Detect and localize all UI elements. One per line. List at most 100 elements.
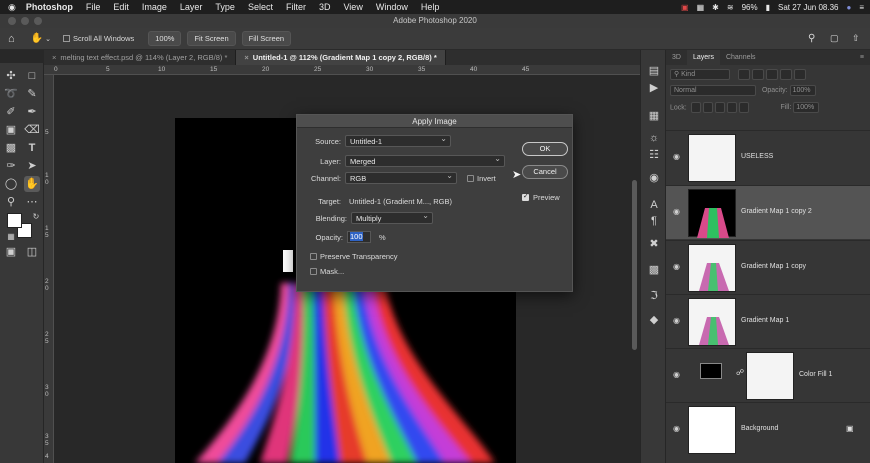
canvas-vertical-scrollbar[interactable] bbox=[632, 180, 637, 350]
menu-file[interactable]: File bbox=[86, 2, 101, 12]
ok-button[interactable]: OK bbox=[522, 142, 568, 156]
menu-type[interactable]: Type bbox=[215, 2, 235, 12]
marquee-tool-icon[interactable]: □ bbox=[24, 68, 40, 84]
source-select[interactable]: Untitled-1 bbox=[345, 133, 451, 147]
paths-icon[interactable]: ◆ bbox=[646, 312, 662, 328]
datetime[interactable]: Sat 27 Jun 08.36 bbox=[778, 3, 839, 12]
lock-position-icon[interactable] bbox=[714, 102, 725, 113]
channel-select[interactable]: RGB bbox=[345, 170, 457, 184]
visibility-eye-icon[interactable]: ◉ bbox=[673, 316, 680, 325]
menu-3d[interactable]: 3D bbox=[319, 2, 331, 12]
menu-filter[interactable]: Filter bbox=[286, 2, 306, 12]
libraries-icon[interactable]: ☷ bbox=[646, 147, 662, 163]
menu-select[interactable]: Select bbox=[248, 2, 273, 12]
cancel-button[interactable]: Cancel bbox=[522, 165, 568, 179]
layer-name[interactable]: USELESS bbox=[741, 153, 773, 160]
invert-checkbox[interactable] bbox=[467, 175, 474, 182]
control-center-icon[interactable]: ≡ bbox=[859, 3, 864, 12]
layer-name[interactable]: Gradient Map 1 bbox=[741, 317, 789, 324]
menu-layer[interactable]: Layer bbox=[180, 2, 203, 12]
hand-tool-icon[interactable]: ✋ bbox=[24, 176, 40, 192]
fit-screen-button[interactable]: Fit Screen bbox=[187, 31, 236, 46]
close-window-button[interactable] bbox=[8, 17, 16, 25]
tab-untitled-1[interactable]: × Untitled-1 @ 112% (Gradient Map 1 copy … bbox=[236, 50, 446, 65]
fill-input[interactable]: 100% bbox=[793, 102, 820, 113]
layer-row[interactable]: ◉ Gradient Map 1 copy bbox=[666, 240, 870, 294]
status-grid-icon[interactable]: ▦ bbox=[697, 3, 705, 12]
screen-mode-icon[interactable]: ◫ bbox=[24, 244, 40, 260]
quick-select-tool-icon[interactable]: ✎ bbox=[24, 86, 40, 102]
filter-pixel-icon[interactable] bbox=[737, 69, 750, 80]
blend-mode-select[interactable]: Normal bbox=[670, 85, 756, 96]
zoom-tool-icon[interactable]: ⚲ bbox=[3, 194, 19, 210]
tab-3d[interactable]: 3D bbox=[666, 54, 687, 61]
minimize-window-button[interactable] bbox=[21, 17, 29, 25]
menu-view[interactable]: View bbox=[343, 2, 362, 12]
channels-icon[interactable]: ▩ bbox=[646, 262, 662, 278]
kind-filter-select[interactable]: ⚲ Kind bbox=[670, 69, 730, 80]
scroll-all-windows-option[interactable]: Scroll All Windows bbox=[62, 34, 134, 43]
share-icon[interactable]: ⇧ bbox=[852, 33, 860, 44]
gradient-tool-icon[interactable]: ▩ bbox=[3, 140, 19, 156]
visibility-eye-icon[interactable]: ◉ bbox=[673, 262, 680, 271]
workspace-icon[interactable]: ▢ bbox=[830, 33, 839, 44]
tool-preset-chevron-icon[interactable]: ⌄ bbox=[45, 35, 51, 43]
eyedropper-tool-icon[interactable]: ✐ bbox=[3, 104, 19, 120]
layer-name[interactable]: Color Fill 1 bbox=[799, 371, 832, 378]
scroll-all-windows-checkbox[interactable] bbox=[62, 35, 70, 42]
menu-help[interactable]: Help bbox=[421, 2, 440, 12]
layer-name[interactable]: Gradient Map 1 copy bbox=[741, 263, 806, 270]
hand-tool-icon[interactable]: ✋ bbox=[31, 33, 43, 44]
search-icon[interactable]: ⚲ bbox=[808, 33, 815, 44]
preserve-transparency-checkbox[interactable] bbox=[310, 253, 317, 260]
visibility-eye-icon[interactable]: ◉ bbox=[673, 152, 680, 161]
move-tool-icon[interactable]: ✣ bbox=[3, 68, 19, 84]
preview-checkbox[interactable] bbox=[522, 192, 529, 201]
filter-type-icon[interactable] bbox=[765, 69, 778, 80]
tab-melting-text[interactable]: × melting text effect.psd @ 114% (Layer 2… bbox=[44, 50, 237, 65]
mask-checkbox[interactable] bbox=[310, 268, 317, 275]
status-red-icon[interactable]: ▣ bbox=[681, 3, 689, 12]
tool-presets-icon[interactable]: ✖ bbox=[646, 236, 662, 252]
default-colors-icon[interactable]: ▦ bbox=[3, 229, 19, 245]
layer-select[interactable]: Merged bbox=[345, 153, 505, 167]
siri-icon[interactable]: ● bbox=[846, 3, 851, 12]
close-tab-icon[interactable]: × bbox=[52, 53, 56, 62]
panel-menu-icon[interactable]: ≡ bbox=[854, 54, 870, 61]
history-icon[interactable]: ▤ bbox=[646, 63, 662, 79]
layer-name[interactable]: Gradient Map 1 copy 2 bbox=[741, 208, 812, 215]
path-select-tool-icon[interactable]: ➤ bbox=[24, 158, 40, 174]
lock-transparent-icon[interactable] bbox=[690, 102, 701, 113]
menu-app[interactable]: Photoshop bbox=[26, 2, 73, 12]
layer-name[interactable]: Background bbox=[741, 425, 778, 432]
filter-smart-icon[interactable] bbox=[793, 69, 806, 80]
menu-edit[interactable]: Edit bbox=[113, 2, 129, 12]
color-icon[interactable]: ◉ bbox=[646, 170, 662, 186]
opacity-input[interactable]: 100% bbox=[789, 85, 816, 96]
type-tool-icon[interactable]: T bbox=[24, 140, 40, 156]
layer-row-selected[interactable]: ◉ Gradient Map 1 copy 2 bbox=[666, 185, 870, 239]
lock-artboard-icon[interactable] bbox=[726, 102, 737, 113]
eraser-tool-icon[interactable]: ⌫ bbox=[24, 122, 40, 138]
properties-icon[interactable]: ▦ bbox=[646, 108, 662, 124]
actions-play-icon[interactable]: ▶ bbox=[646, 80, 662, 96]
zoom-window-button[interactable] bbox=[34, 17, 42, 25]
close-tab-icon[interactable]: × bbox=[244, 53, 248, 62]
fill-screen-button[interactable]: Fill Screen bbox=[241, 31, 292, 46]
more-tools-icon[interactable]: ⋯ bbox=[24, 194, 40, 210]
crop-tool-icon[interactable]: ▣ bbox=[3, 122, 19, 138]
layer-mask-thumbnail[interactable] bbox=[746, 352, 794, 400]
home-icon[interactable]: ⌂ bbox=[8, 33, 15, 45]
filter-shape-icon[interactable] bbox=[779, 69, 792, 80]
paragraph-icon[interactable]: ¶ bbox=[646, 213, 662, 229]
lock-all-icon[interactable] bbox=[738, 102, 749, 113]
foreground-color-swatch[interactable] bbox=[7, 213, 22, 228]
visibility-eye-icon[interactable]: ◉ bbox=[673, 424, 680, 433]
lock-image-icon[interactable] bbox=[702, 102, 713, 113]
pen-tool-icon[interactable]: ✑ bbox=[3, 158, 19, 174]
filter-adjust-icon[interactable] bbox=[751, 69, 764, 80]
menu-window[interactable]: Window bbox=[376, 2, 408, 12]
visibility-eye-icon[interactable]: ◉ bbox=[673, 207, 680, 216]
visibility-eye-icon[interactable]: ◉ bbox=[673, 370, 680, 379]
battery-icon[interactable]: ▮ bbox=[766, 3, 770, 12]
